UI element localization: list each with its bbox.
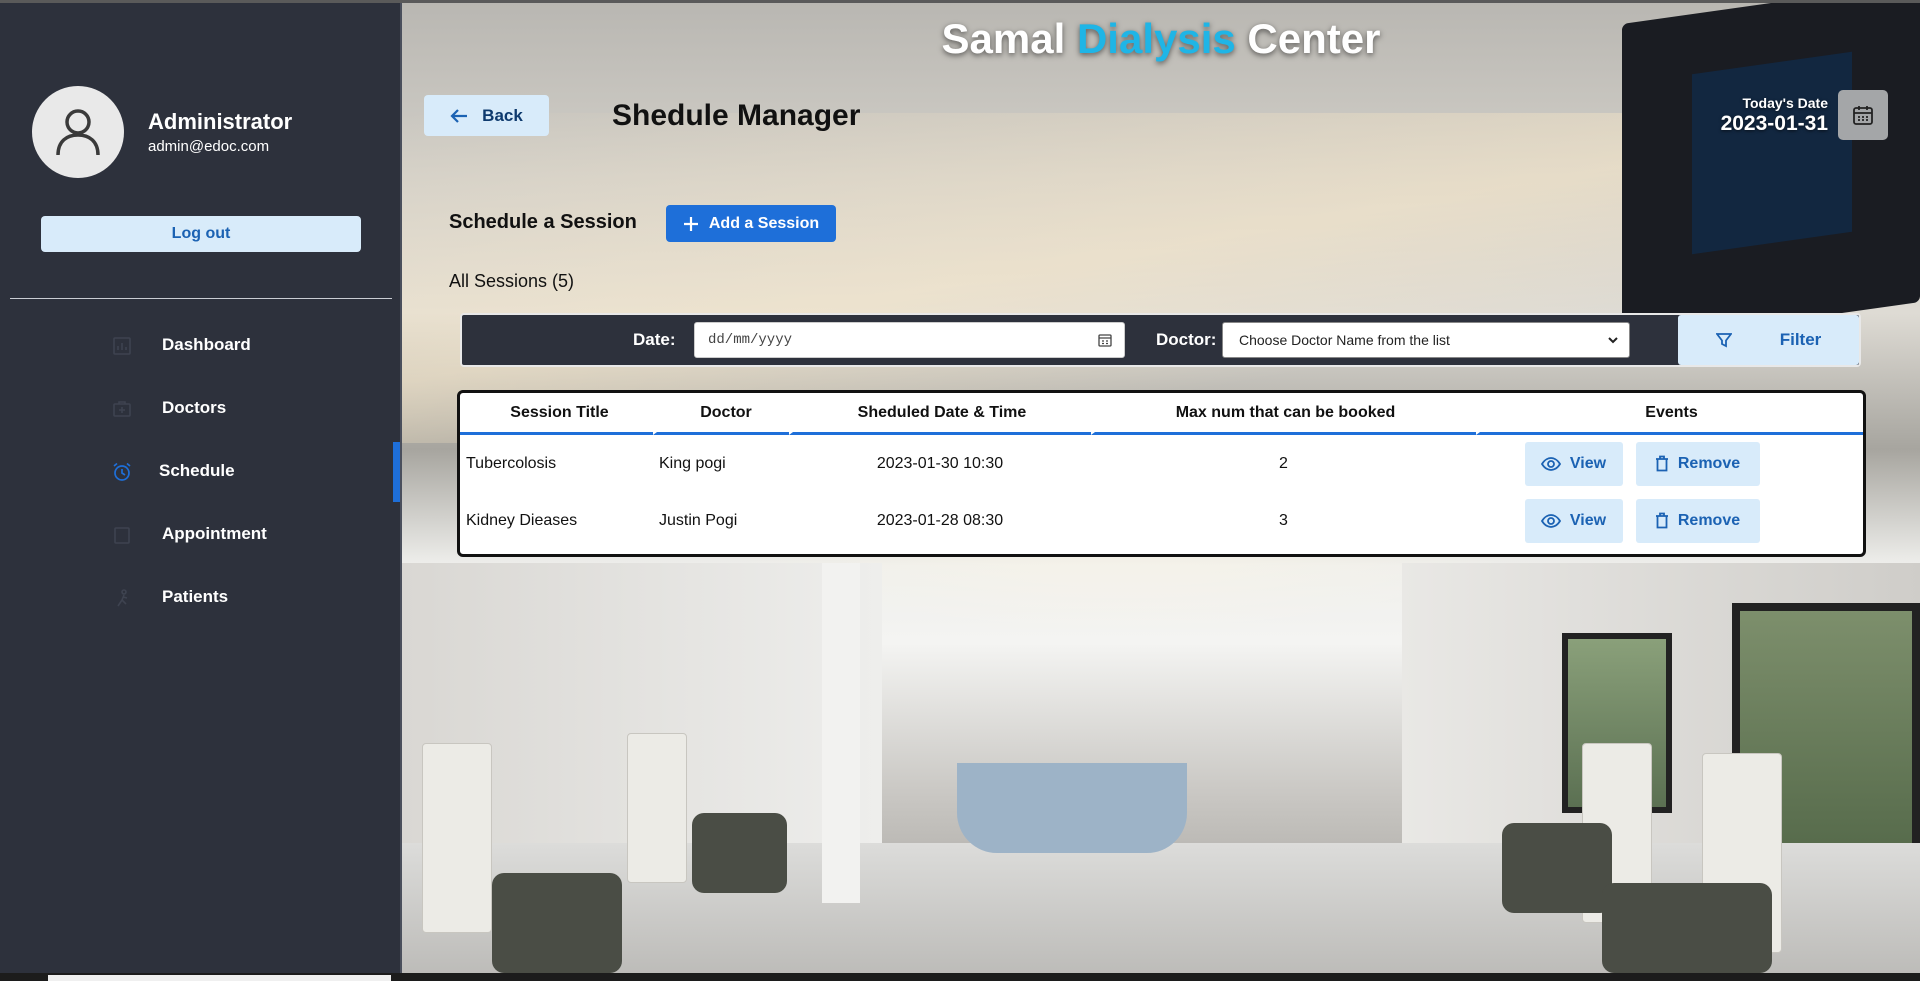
taskbar-search-box[interactable] <box>48 975 391 981</box>
column-header: Session Title <box>460 393 653 435</box>
site-title-part: Center <box>1235 15 1381 62</box>
trash-icon <box>1655 455 1668 472</box>
sidebar-divider <box>10 298 392 299</box>
site-title-accent: Dialysis <box>1076 15 1236 62</box>
filter-bar: Date: dd/mm/yyyy Doctor: Choose Doctor N… <box>460 313 1861 367</box>
site-title: Samal Dialysis Center <box>402 15 1920 63</box>
sidebar-item-label: Schedule <box>159 460 235 480</box>
view-button[interactable]: View <box>1524 441 1623 486</box>
patients-icon <box>117 589 128 607</box>
view-button-label: View <box>1569 511 1607 529</box>
doctor-cell: King pogi <box>659 454 726 472</box>
max-bookings-cell: 2 <box>1279 454 1288 472</box>
remove-button-label: Remove <box>1677 454 1741 472</box>
sidebar-item-dashboard[interactable]: Dashboard <box>0 313 400 376</box>
today-date: Today's Date 2023-01-31 <box>1721 95 1828 136</box>
filter-button-label: Filter <box>1779 330 1822 349</box>
events-cell: View Remove <box>1476 435 1863 492</box>
doctor-icon <box>113 401 131 417</box>
main-panel: Samal Dialysis Center Back Shedule Manag… <box>402 3 1920 973</box>
doctor-select-value: Choose Doctor Name from the list <box>1239 332 1450 348</box>
filter-funnel-icon <box>1715 333 1732 348</box>
today-date-value: 2023-01-31 <box>1720 112 1828 135</box>
date-filter-label: Date: <box>633 330 676 349</box>
background-machine <box>422 743 492 933</box>
sidebar-item-doctors[interactable]: Doctors <box>0 376 400 439</box>
page-title: Shedule Manager <box>612 99 861 132</box>
column-header: Max num that can be booked <box>1091 393 1476 435</box>
sidebar-item-label: Dashboard <box>162 334 251 354</box>
calendar-picker-icon[interactable] <box>1098 333 1112 347</box>
schedule-session-label: Schedule a Session <box>449 211 637 233</box>
sidebar-item-label: Patients <box>162 586 229 606</box>
doctor-filter-label: Doctor: <box>1156 330 1217 349</box>
add-session-button[interactable]: Add a Session <box>666 205 836 242</box>
profile-email: admin@edoc.com <box>148 138 270 155</box>
arrow-left-icon <box>450 108 468 123</box>
appointment-icon <box>114 527 130 544</box>
session-title-cell: Kidney Dieases <box>466 511 578 529</box>
logout-button[interactable]: Log out <box>41 216 361 252</box>
site-title-part: Samal <box>941 15 1077 62</box>
filter-button[interactable]: Filter <box>1678 315 1859 365</box>
table-row: Kidney Dieases Justin Pogi 2023-01-28 08… <box>460 492 1863 549</box>
background-pillar <box>822 563 860 903</box>
add-session-label: Add a Session <box>708 214 820 232</box>
eye-icon <box>1540 456 1561 471</box>
background-monitor-screen <box>1692 51 1852 255</box>
calendar-icon <box>1853 106 1873 125</box>
background-chair <box>492 873 622 973</box>
session-title-cell: Tubercolosis <box>466 454 557 472</box>
table-row: Tubercolosis King pogi 2023-01-30 10:30 … <box>460 435 1863 492</box>
avatar <box>32 86 124 178</box>
all-sessions-count: All Sessions (5) <box>449 271 575 291</box>
background-machine <box>627 733 687 883</box>
events-cell: View Remove <box>1476 492 1863 549</box>
sidebar-item-label: Doctors <box>162 397 227 417</box>
alarm-clock-icon <box>113 462 131 481</box>
column-header: Doctor <box>653 393 789 435</box>
back-button[interactable]: Back <box>424 95 549 136</box>
trash-icon <box>1655 512 1668 529</box>
datetime-cell: 2023-01-30 10:30 <box>876 454 1004 472</box>
sessions-table: Session Title Doctor Sheduled Date & Tim… <box>457 390 1866 557</box>
profile-card: Administrator admin@edoc.com <box>32 86 292 178</box>
sidebar-nav: Dashboard Doctors Schedule Appointment P… <box>0 313 400 628</box>
max-bookings-cell: 3 <box>1279 511 1288 529</box>
remove-button[interactable]: Remove <box>1635 441 1760 486</box>
column-header: Sheduled Date & Time <box>789 393 1091 435</box>
date-input-placeholder: dd/mm/yyyy <box>708 332 793 348</box>
remove-button-label: Remove <box>1677 511 1741 529</box>
date-filter-input[interactable]: dd/mm/yyyy <box>694 322 1125 358</box>
background-chair <box>1602 883 1772 973</box>
background-chair <box>1502 823 1612 913</box>
sidebar-item-appointment[interactable]: Appointment <box>0 502 400 565</box>
remove-button[interactable]: Remove <box>1635 498 1760 543</box>
view-button[interactable]: View <box>1524 498 1623 543</box>
dashboard-icon <box>113 337 131 355</box>
today-date-label: Today's Date <box>1742 95 1828 111</box>
doctor-cell: Justin Pogi <box>659 511 738 529</box>
background-chair <box>692 813 787 893</box>
table-header-row: Session Title Doctor Sheduled Date & Tim… <box>460 393 1863 435</box>
chevron-down-icon <box>1608 337 1618 344</box>
sidebar: Administrator admin@edoc.com Log out Das… <box>0 3 402 973</box>
eye-icon <box>1540 513 1561 528</box>
sidebar-item-schedule[interactable]: Schedule <box>0 439 400 502</box>
calendar-button[interactable] <box>1838 90 1888 140</box>
doctor-select[interactable]: Choose Doctor Name from the list <box>1222 322 1630 358</box>
sidebar-item-label: Appointment <box>162 523 267 543</box>
sessions-table-grid: Session Title Doctor Sheduled Date & Tim… <box>460 393 1863 549</box>
back-button-label: Back <box>482 105 523 125</box>
plus-icon <box>683 216 698 231</box>
user-icon <box>56 109 100 156</box>
sidebar-item-patients[interactable]: Patients <box>0 565 400 628</box>
view-button-label: View <box>1569 454 1607 472</box>
column-header: Events <box>1476 393 1863 435</box>
background-desk <box>957 763 1187 853</box>
profile-name: Administrator <box>148 109 293 134</box>
datetime-cell: 2023-01-28 08:30 <box>876 511 1004 529</box>
